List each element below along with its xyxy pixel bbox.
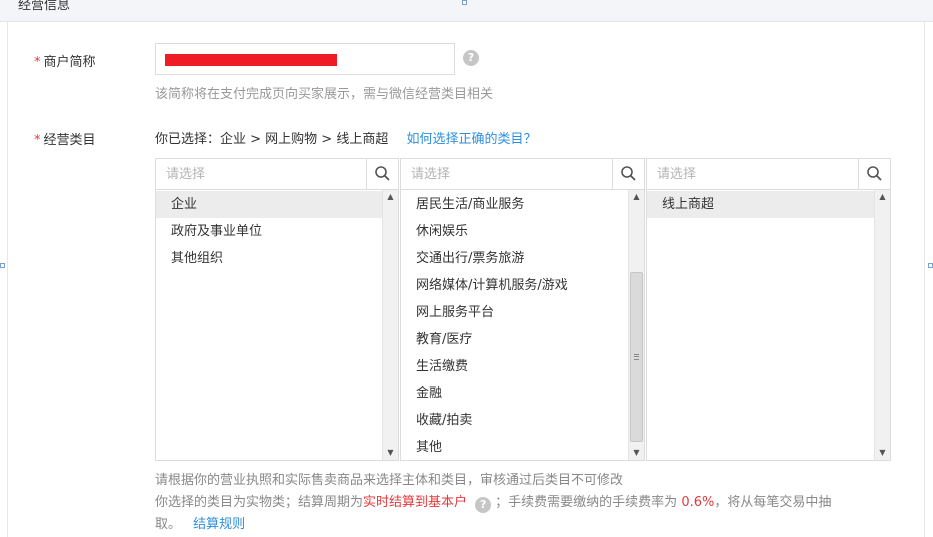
selected-category-path: 你已选择：企业 > 网上购物 > 线上商超 如何选择正确的类目？ [155,128,537,147]
column-3-scrollbar[interactable]: ▲ ▼ [874,190,890,460]
resize-handle-top[interactable] [462,0,467,5]
column-2-scrollbar[interactable]: ▲ ▼ [628,190,644,460]
scroll-down-icon[interactable]: ▼ [629,446,644,460]
category-note-3: 取。 结算规则 [155,513,245,532]
scroll-down-icon[interactable]: ▼ [875,446,890,460]
list-item[interactable]: 其他组织 [156,245,382,272]
list-item[interactable]: 教育/医疗 [401,326,628,353]
scroll-thumb[interactable] [630,272,643,442]
list-item[interactable]: 政府及事业单位 [156,218,382,245]
frame-border-right [924,22,925,537]
note-text: 你选择的类目为实物类；结算周期为 [155,495,364,510]
selected-prefix: 你已选择： [155,132,221,147]
settlement-rules-link[interactable]: 结算规则 [193,517,245,532]
scroll-up-icon[interactable]: ▲ [629,190,644,204]
column-2-search [401,159,644,190]
list-item[interactable]: 其他 [401,434,628,461]
selected-path: 企业 > 网上购物 > 线上商超 [220,132,389,147]
rate-highlight: 0.6% [681,495,715,510]
column-3-search-button[interactable] [858,159,890,189]
search-icon [375,166,390,181]
list-item[interactable]: 网上服务平台 [401,299,628,326]
column-3-search [647,159,890,190]
category-note-1: 请根据你的营业执照和实际售卖商品来选择主体和类目，审核通过后类目不可修改 [155,473,624,488]
column-3-list: 线上商超 [647,191,874,218]
category-column-1: 企业 政府及事业单位 其他组织 ▲ ▼ [155,158,399,461]
merchant-name-label: * 商户简称 [34,51,96,70]
list-item[interactable]: 交通出行/票务旅游 [401,245,628,272]
list-item[interactable]: 金融 [401,380,628,407]
help-circle-icon[interactable]: ? [475,497,492,513]
column-1-scrollbar[interactable]: ▲ ▼ [382,190,398,460]
frame-border-left [7,22,8,537]
section-title: 经营信息 [18,0,71,13]
merchant-name-input[interactable] [155,43,455,75]
help-circle-icon[interactable]: ? [463,50,479,66]
column-2-list: 居民生活/商业服务 休闲娱乐 交通出行/票务旅游 网络媒体/计算机服务/游戏 网… [401,191,628,461]
column-1-search [156,159,398,190]
required-mark: * [34,133,41,148]
scroll-down-icon[interactable]: ▼ [383,446,398,460]
column-3-search-input[interactable] [647,159,858,189]
note-text: ；手续费需要缴纳的手续费率为 [495,495,678,510]
list-item[interactable]: 线上商超 [647,191,874,218]
grip-icon [634,354,639,360]
category-column-2: 居民生活/商业服务 休闲娱乐 交通出行/票务旅游 网络媒体/计算机服务/游戏 网… [400,158,645,461]
scroll-up-icon[interactable]: ▲ [875,190,890,204]
list-item[interactable]: 网络媒体/计算机服务/游戏 [401,272,628,299]
resize-handle-left[interactable] [0,263,5,268]
list-item[interactable]: 居民生活/商业服务 [401,191,628,218]
category-label-text: 经营类目 [43,133,96,148]
merchant-name-hint: 该简称将在支付完成页向买家展示，需与微信经营类目相关 [155,87,494,102]
note-text: ，将从每笔交易中抽 [714,495,832,510]
settlement-highlight: 实时结算到基本户 [363,495,468,510]
resize-handle-right[interactable] [928,263,933,268]
search-icon [621,166,636,181]
scroll-up-icon[interactable]: ▲ [383,190,398,204]
category-label: * 经营类目 [34,129,96,148]
column-1-search-input[interactable] [156,159,366,189]
category-note-2: 你选择的类目为实物类；结算周期为实时结算到基本户 ? ；手续费需要缴纳的手续费率为… [155,491,832,513]
category-help-link[interactable]: 如何选择正确的类目？ [406,132,536,147]
column-2-search-input[interactable] [401,159,612,189]
merchant-name-label-text: 商户简称 [43,55,96,70]
search-icon [867,166,882,181]
column-2-search-button[interactable] [612,159,644,189]
category-column-3: 线上商超 ▲ ▼ [646,158,891,461]
list-item[interactable]: 生活缴费 [401,353,628,380]
redacted-value [165,54,337,66]
required-mark: * [34,55,41,70]
column-1-search-button[interactable] [366,159,398,189]
column-1-list: 企业 政府及事业单位 其他组织 [156,191,382,272]
list-item[interactable]: 收藏/拍卖 [401,407,628,434]
note-text: 取。 [155,517,182,532]
list-item[interactable]: 企业 [156,191,382,218]
list-item[interactable]: 休闲娱乐 [401,218,628,245]
